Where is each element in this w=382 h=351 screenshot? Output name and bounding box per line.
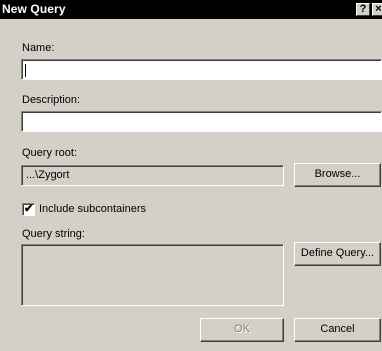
cancel-button[interactable]: Cancel bbox=[294, 318, 381, 342]
description-field[interactable] bbox=[21, 111, 382, 132]
query-root-value: ...\Zygort bbox=[26, 169, 70, 181]
define-query-label: Define Query... bbox=[300, 247, 375, 259]
query-string-field bbox=[21, 244, 284, 306]
checkmark-icon: ✔ bbox=[24, 203, 34, 215]
query-root-field: ...\Zygort bbox=[21, 165, 284, 186]
include-subcontainers-checkbox[interactable]: ✔ bbox=[22, 203, 35, 216]
ok-label: OK bbox=[234, 323, 250, 335]
name-field[interactable] bbox=[21, 59, 382, 80]
text-caret bbox=[25, 64, 26, 77]
define-query-button[interactable]: Define Query... bbox=[294, 242, 381, 266]
help-icon: ? bbox=[359, 3, 367, 15]
query-string-label: Query string: bbox=[22, 228, 85, 240]
description-label: Description: bbox=[22, 94, 81, 106]
include-subcontainers-label[interactable]: Include subcontainers bbox=[39, 203, 146, 215]
cancel-label: Cancel bbox=[320, 323, 355, 335]
close-button[interactable]: × bbox=[372, 3, 382, 16]
title-bar[interactable]: New Query ? × bbox=[0, 0, 382, 19]
ok-button[interactable]: OK bbox=[200, 318, 284, 342]
browse-label: Browse... bbox=[314, 168, 361, 180]
window-title: New Query bbox=[2, 2, 66, 16]
query-root-label: Query root: bbox=[22, 147, 78, 159]
close-icon: × bbox=[375, 3, 382, 15]
help-button[interactable]: ? bbox=[356, 3, 370, 16]
name-label: Name: bbox=[22, 42, 55, 54]
browse-button[interactable]: Browse... bbox=[294, 163, 381, 187]
